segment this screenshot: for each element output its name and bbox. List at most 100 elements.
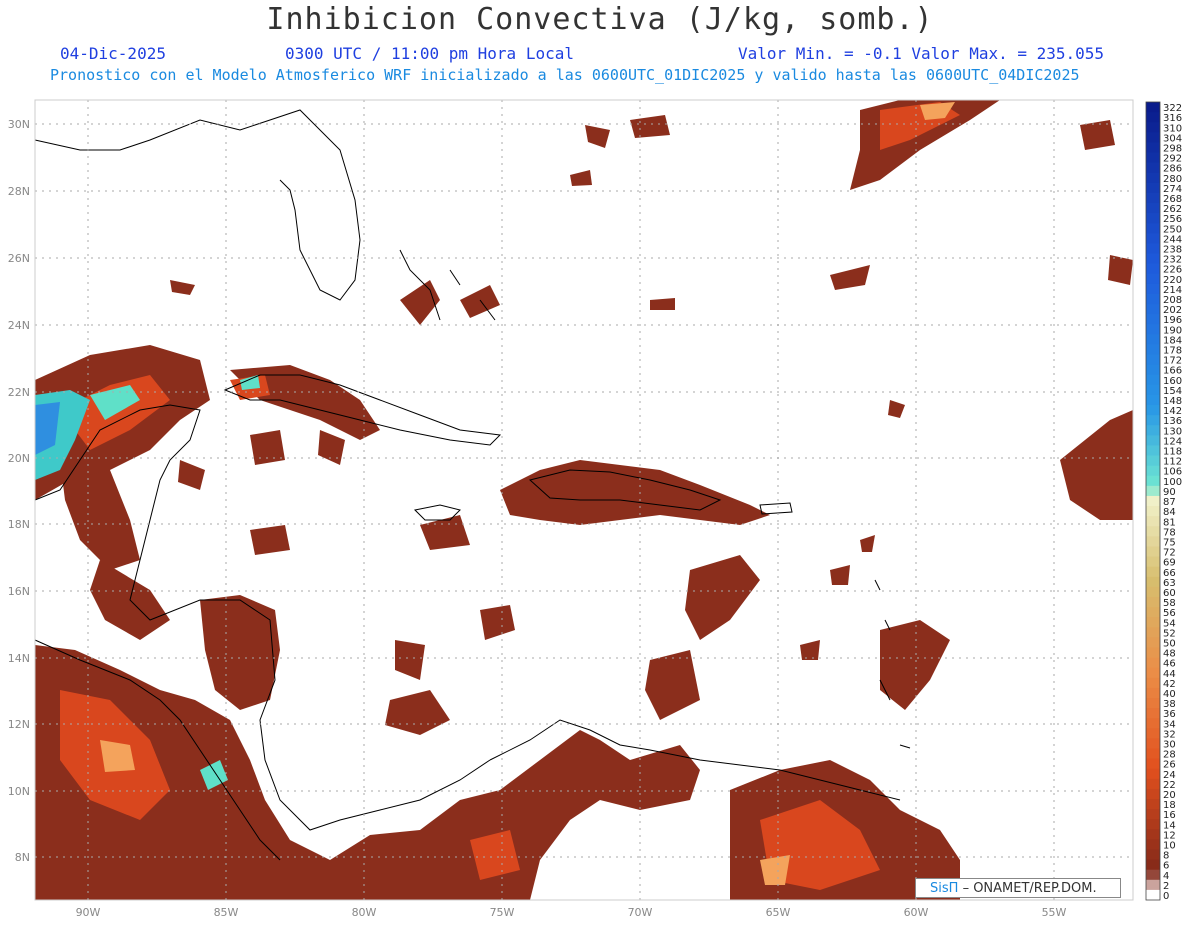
colorbar-swatch bbox=[1146, 677, 1160, 689]
colorbar-swatch bbox=[1146, 162, 1160, 174]
colorbar-swatch bbox=[1146, 526, 1160, 537]
colorbar-swatch bbox=[1146, 213, 1160, 224]
lon-label: 65W bbox=[766, 906, 791, 919]
colorbar-swatch bbox=[1146, 263, 1160, 275]
colorbar-swatch bbox=[1146, 617, 1160, 628]
colorbar-swatch bbox=[1146, 708, 1160, 719]
colorbar-swatch bbox=[1146, 889, 1160, 901]
colorbar-swatch bbox=[1146, 293, 1160, 305]
colorbar-swatch bbox=[1146, 667, 1160, 679]
colorbar-swatch bbox=[1146, 445, 1160, 457]
colorbar-swatch bbox=[1146, 394, 1160, 406]
lat-label: 18N bbox=[8, 518, 30, 531]
colorbar-swatch bbox=[1146, 344, 1160, 356]
colorbar-swatch bbox=[1146, 334, 1160, 345]
colorbar-swatch bbox=[1146, 152, 1160, 164]
colorbar-swatch bbox=[1146, 495, 1160, 507]
colorbar-swatch bbox=[1146, 425, 1160, 436]
lat-label: 12N bbox=[8, 718, 30, 731]
lon-label: 55W bbox=[1042, 906, 1067, 919]
colorbar-swatch bbox=[1146, 253, 1160, 265]
colorbar-swatch bbox=[1146, 283, 1160, 295]
colorbar-swatch bbox=[1146, 203, 1160, 214]
lon-label: 60W bbox=[904, 906, 929, 919]
lon-label: 85W bbox=[214, 906, 239, 919]
colorbar-swatch bbox=[1146, 586, 1160, 598]
colorbar-swatch bbox=[1146, 697, 1160, 709]
map-canvas: 90W 85W 80W 75W 70W 65W 60W 55W 30N 28N … bbox=[8, 99, 1182, 919]
colorbar-swatch bbox=[1146, 485, 1160, 497]
sis-logo: SisΠ bbox=[930, 881, 959, 896]
colorbar-swatch bbox=[1146, 839, 1160, 850]
colorbar-swatch bbox=[1146, 223, 1160, 234]
colorbar-swatch bbox=[1146, 576, 1160, 588]
lon-label: 75W bbox=[490, 906, 515, 919]
colorbar-swatch bbox=[1146, 233, 1160, 244]
colorbar-swatch bbox=[1146, 869, 1160, 881]
lat-label: 24N bbox=[8, 319, 30, 332]
colorbar-swatch bbox=[1146, 849, 1160, 861]
lat-label: 30N bbox=[8, 118, 30, 131]
colorbar-swatch bbox=[1146, 374, 1160, 386]
colorbar-swatch bbox=[1146, 647, 1160, 659]
colorbar: 3223163103042982922862802742682622562502… bbox=[1145, 101, 1182, 902]
colorbar-swatch bbox=[1146, 415, 1160, 426]
lat-label: 26N bbox=[8, 252, 30, 265]
colorbar-swatch bbox=[1146, 687, 1160, 699]
lat-label: 10N bbox=[8, 785, 30, 798]
lat-label: 8N bbox=[15, 851, 30, 864]
colorbar-swatch bbox=[1146, 172, 1160, 184]
colorbar-swatch bbox=[1146, 273, 1160, 285]
colorbar-swatch bbox=[1146, 132, 1160, 143]
colorbar-swatch bbox=[1146, 405, 1160, 416]
colorbar-swatch bbox=[1146, 102, 1160, 113]
colorbar-swatch bbox=[1146, 738, 1160, 749]
colorbar-swatch bbox=[1146, 556, 1160, 568]
colorbar-swatch bbox=[1146, 829, 1160, 840]
colorbar-swatch bbox=[1146, 182, 1160, 194]
lat-label: 22N bbox=[8, 386, 30, 399]
lat-label: 28N bbox=[8, 185, 30, 198]
colorbar-swatch bbox=[1146, 778, 1160, 790]
lon-label: 70W bbox=[628, 906, 653, 919]
colorbar-swatch bbox=[1146, 192, 1160, 204]
colorbar-swatch bbox=[1146, 859, 1160, 871]
credit-box: SisΠ – ONAMET/REP.DOM. bbox=[915, 878, 1121, 898]
colorbar-label: 0 bbox=[1163, 891, 1169, 902]
credit-text: – ONAMET/REP.DOM. bbox=[962, 881, 1097, 896]
colorbar-swatch bbox=[1146, 607, 1160, 618]
colorbar-swatch bbox=[1146, 243, 1160, 255]
colorbar-swatch bbox=[1146, 435, 1160, 446]
colorbar-swatch bbox=[1146, 657, 1160, 669]
colorbar-swatch bbox=[1146, 566, 1160, 578]
colorbar-swatch bbox=[1146, 455, 1160, 467]
colorbar-swatch bbox=[1146, 819, 1160, 830]
colorbar-swatch bbox=[1146, 768, 1160, 780]
colorbar-swatch bbox=[1146, 354, 1160, 366]
lat-label: 20N bbox=[8, 452, 30, 465]
colorbar-swatch bbox=[1146, 516, 1160, 527]
colorbar-swatch bbox=[1146, 324, 1160, 335]
lat-label: 14N bbox=[8, 652, 30, 665]
colorbar-swatch bbox=[1146, 384, 1160, 396]
colorbar-swatch bbox=[1146, 718, 1160, 729]
colorbar-swatch bbox=[1146, 314, 1160, 325]
colorbar-swatch bbox=[1146, 122, 1160, 133]
colorbar-swatch bbox=[1146, 546, 1160, 558]
colorbar-swatch bbox=[1146, 728, 1160, 739]
lon-label: 90W bbox=[76, 906, 101, 919]
lat-labels: 30N 28N 26N 24N 22N 20N 18N 16N 14N 12N … bbox=[8, 118, 30, 864]
lat-label: 16N bbox=[8, 585, 30, 598]
colorbar-swatch bbox=[1146, 142, 1160, 154]
colorbar-swatch bbox=[1146, 798, 1160, 810]
colorbar-swatch bbox=[1146, 465, 1160, 477]
lon-label: 80W bbox=[352, 906, 377, 919]
colorbar-swatch bbox=[1146, 596, 1160, 608]
colorbar-swatch bbox=[1146, 627, 1160, 638]
colorbar-swatch bbox=[1146, 809, 1160, 820]
colorbar-swatch bbox=[1146, 475, 1160, 487]
colorbar-swatch bbox=[1146, 637, 1160, 648]
colorbar-swatch bbox=[1146, 304, 1160, 315]
colorbar-swatch bbox=[1146, 758, 1160, 770]
colorbar-swatch bbox=[1146, 788, 1160, 800]
